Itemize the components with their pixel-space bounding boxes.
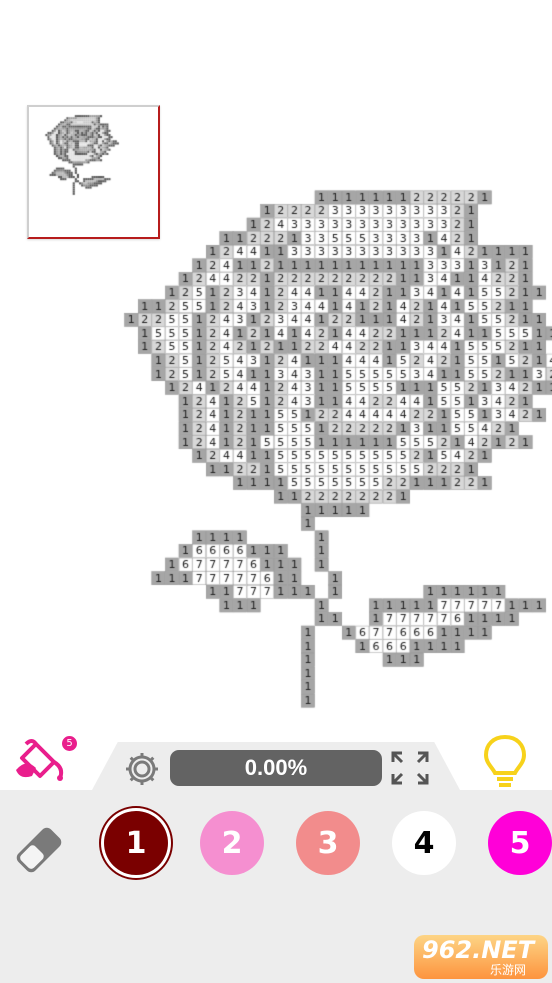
color-swatch-3[interactable]: 3 bbox=[296, 811, 360, 875]
watermark-sub-text: 乐游网 bbox=[490, 963, 527, 977]
color-swatch-4[interactable]: 4 bbox=[392, 811, 456, 875]
preview-image bbox=[37, 113, 155, 231]
site-watermark: 962.NET 乐游网 bbox=[414, 935, 548, 979]
preview-thumbnail[interactable] bbox=[27, 105, 160, 239]
eraser-icon[interactable] bbox=[10, 822, 68, 878]
color-swatch-number: 5 bbox=[509, 825, 531, 861]
color-swatch-1[interactable]: 1 bbox=[104, 811, 168, 875]
color-swatch-number: 4 bbox=[413, 825, 435, 861]
progress-indicator: 0.00% bbox=[170, 750, 382, 786]
watermark-main-text: 962.NET bbox=[422, 936, 535, 964]
color-swatch-5[interactable]: 5 bbox=[488, 811, 552, 875]
color-swatch-number: 1 bbox=[125, 825, 147, 861]
color-swatch-number: 3 bbox=[317, 825, 339, 861]
bucket-count-badge: 5 bbox=[62, 736, 77, 751]
color-swatch-number: 2 bbox=[221, 825, 243, 861]
fullscreen-icon[interactable] bbox=[390, 750, 430, 786]
color-swatch-2[interactable]: 2 bbox=[200, 811, 264, 875]
hint-bulb-icon[interactable] bbox=[482, 734, 528, 788]
settings-gear-icon[interactable] bbox=[123, 750, 161, 788]
